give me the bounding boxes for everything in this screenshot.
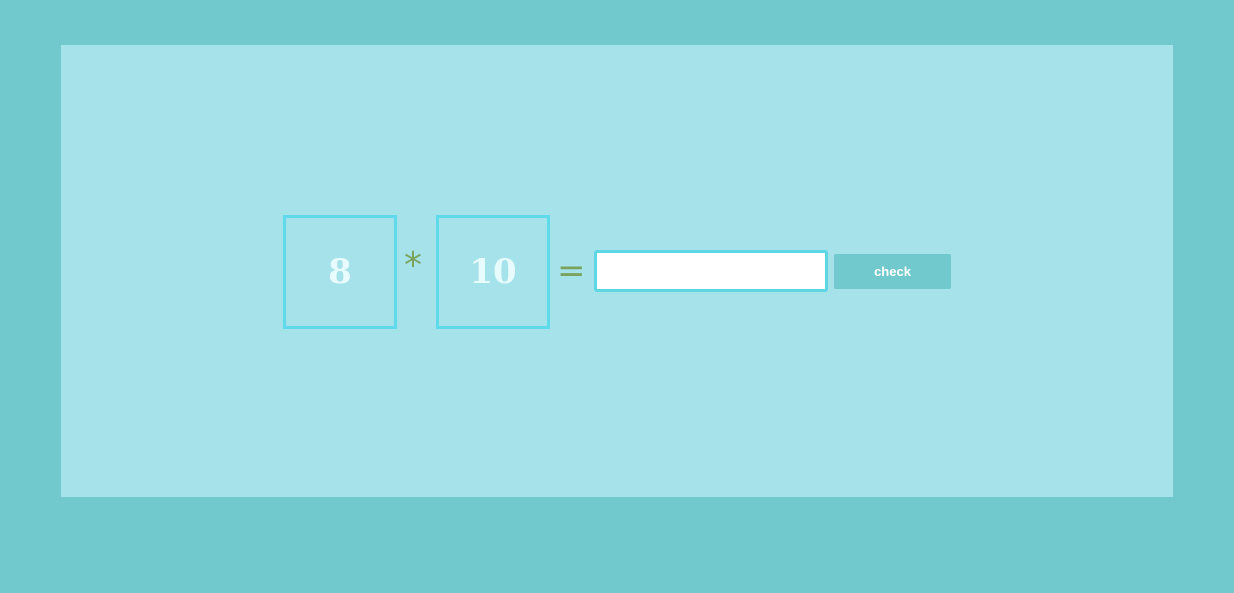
- multiply-operator: *: [404, 245, 422, 286]
- operand-a-box: 8: [283, 215, 397, 329]
- operand-b: 10: [469, 252, 517, 292]
- operand-a: 8: [328, 252, 352, 292]
- answer-input[interactable]: [594, 250, 828, 292]
- check-button[interactable]: check: [834, 254, 951, 289]
- operand-b-box: 10: [436, 215, 550, 329]
- equals-sign: =: [557, 251, 586, 291]
